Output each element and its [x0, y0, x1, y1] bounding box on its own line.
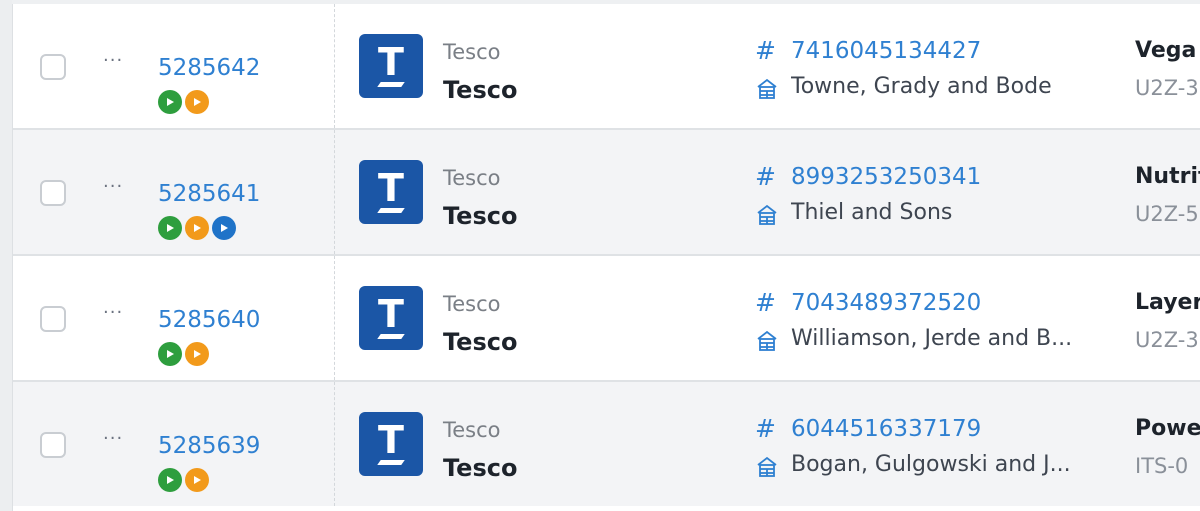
- order-id-link[interactable]: 5285640: [158, 306, 260, 334]
- play-icon: [158, 216, 182, 240]
- warehouse-icon: [757, 204, 777, 225]
- reference-number-link[interactable]: 8993253250341: [791, 164, 981, 190]
- retailer-label: Tesco: [443, 40, 501, 64]
- retailer-name: Tesco: [443, 76, 518, 104]
- company-name: Williamson, Jerde and B...: [791, 326, 1073, 351]
- reference-number-link[interactable]: 7416045134427: [791, 38, 981, 64]
- hash-icon: #: [755, 414, 776, 443]
- row-checkbox[interactable]: [40, 432, 66, 458]
- product-code: U2Z-3: [1135, 76, 1199, 100]
- more-dots-icon[interactable]: ···: [103, 178, 129, 200]
- status-badges: [158, 216, 236, 240]
- retailer-logo: T: [359, 412, 423, 476]
- more-dots-icon[interactable]: ···: [103, 304, 129, 326]
- reference-number-link[interactable]: 7043489372520: [791, 290, 981, 316]
- hash-icon: #: [755, 36, 776, 65]
- retailer-label: Tesco: [443, 418, 501, 442]
- column-divider: [334, 256, 335, 380]
- play-icon: [185, 342, 209, 366]
- product-name: Nutrit: [1135, 164, 1200, 189]
- retailer-label: Tesco: [443, 166, 501, 190]
- play-icon: [212, 216, 236, 240]
- play-icon: [158, 468, 182, 492]
- reference-number-link[interactable]: 6044516337179: [791, 416, 981, 442]
- table-row[interactable]: ··· 5285642 T Tesco Tesco # 741604513442…: [13, 4, 1200, 130]
- retailer-name: Tesco: [443, 202, 518, 230]
- play-icon: [185, 468, 209, 492]
- order-id-link[interactable]: 5285639: [158, 432, 260, 460]
- column-divider: [334, 382, 335, 506]
- company-name: Thiel and Sons: [791, 200, 953, 225]
- left-rail: [0, 0, 13, 511]
- warehouse-icon: [757, 330, 777, 351]
- orders-table: ··· 5285642 T Tesco Tesco # 741604513442…: [13, 4, 1200, 506]
- column-divider: [334, 4, 335, 128]
- warehouse-icon: [757, 456, 777, 477]
- row-checkbox[interactable]: [40, 180, 66, 206]
- retailer-name: Tesco: [443, 328, 518, 356]
- retailer-logo: T: [359, 160, 423, 224]
- hash-icon: #: [755, 162, 776, 191]
- retailer-logo: T: [359, 34, 423, 98]
- retailer-label: Tesco: [443, 292, 501, 316]
- product-name: Vega: [1135, 38, 1197, 63]
- status-badges: [158, 90, 209, 114]
- retailer-logo: T: [359, 286, 423, 350]
- retailer-name: Tesco: [443, 454, 518, 482]
- hash-icon: #: [755, 288, 776, 317]
- more-dots-icon[interactable]: ···: [103, 52, 129, 74]
- order-id-link[interactable]: 5285642: [158, 54, 260, 82]
- status-badges: [158, 468, 209, 492]
- play-icon: [158, 342, 182, 366]
- order-id-link[interactable]: 5285641: [158, 180, 260, 208]
- product-name: Powe: [1135, 416, 1200, 441]
- table-row[interactable]: ··· 5285640 T Tesco Tesco # 704348937252…: [13, 256, 1200, 382]
- column-divider: [334, 130, 335, 254]
- play-icon: [185, 216, 209, 240]
- product-code: U2Z-3: [1135, 328, 1199, 352]
- product-code: U2Z-5: [1135, 202, 1199, 226]
- company-name: Towne, Grady and Bode: [791, 74, 1052, 99]
- product-code: ITS-0: [1135, 454, 1189, 478]
- more-dots-icon[interactable]: ···: [103, 430, 129, 452]
- row-checkbox[interactable]: [40, 54, 66, 80]
- company-name: Bogan, Gulgowski and J...: [791, 452, 1071, 477]
- table-row[interactable]: ··· 5285641 T Tesco Tesco # 899325325034…: [13, 130, 1200, 256]
- row-checkbox[interactable]: [40, 306, 66, 332]
- product-name: Layer: [1135, 290, 1200, 315]
- warehouse-icon: [757, 78, 777, 99]
- play-icon: [158, 90, 182, 114]
- status-badges: [158, 342, 209, 366]
- play-icon: [185, 90, 209, 114]
- table-row[interactable]: ··· 5285639 T Tesco Tesco # 604451633717…: [13, 382, 1200, 506]
